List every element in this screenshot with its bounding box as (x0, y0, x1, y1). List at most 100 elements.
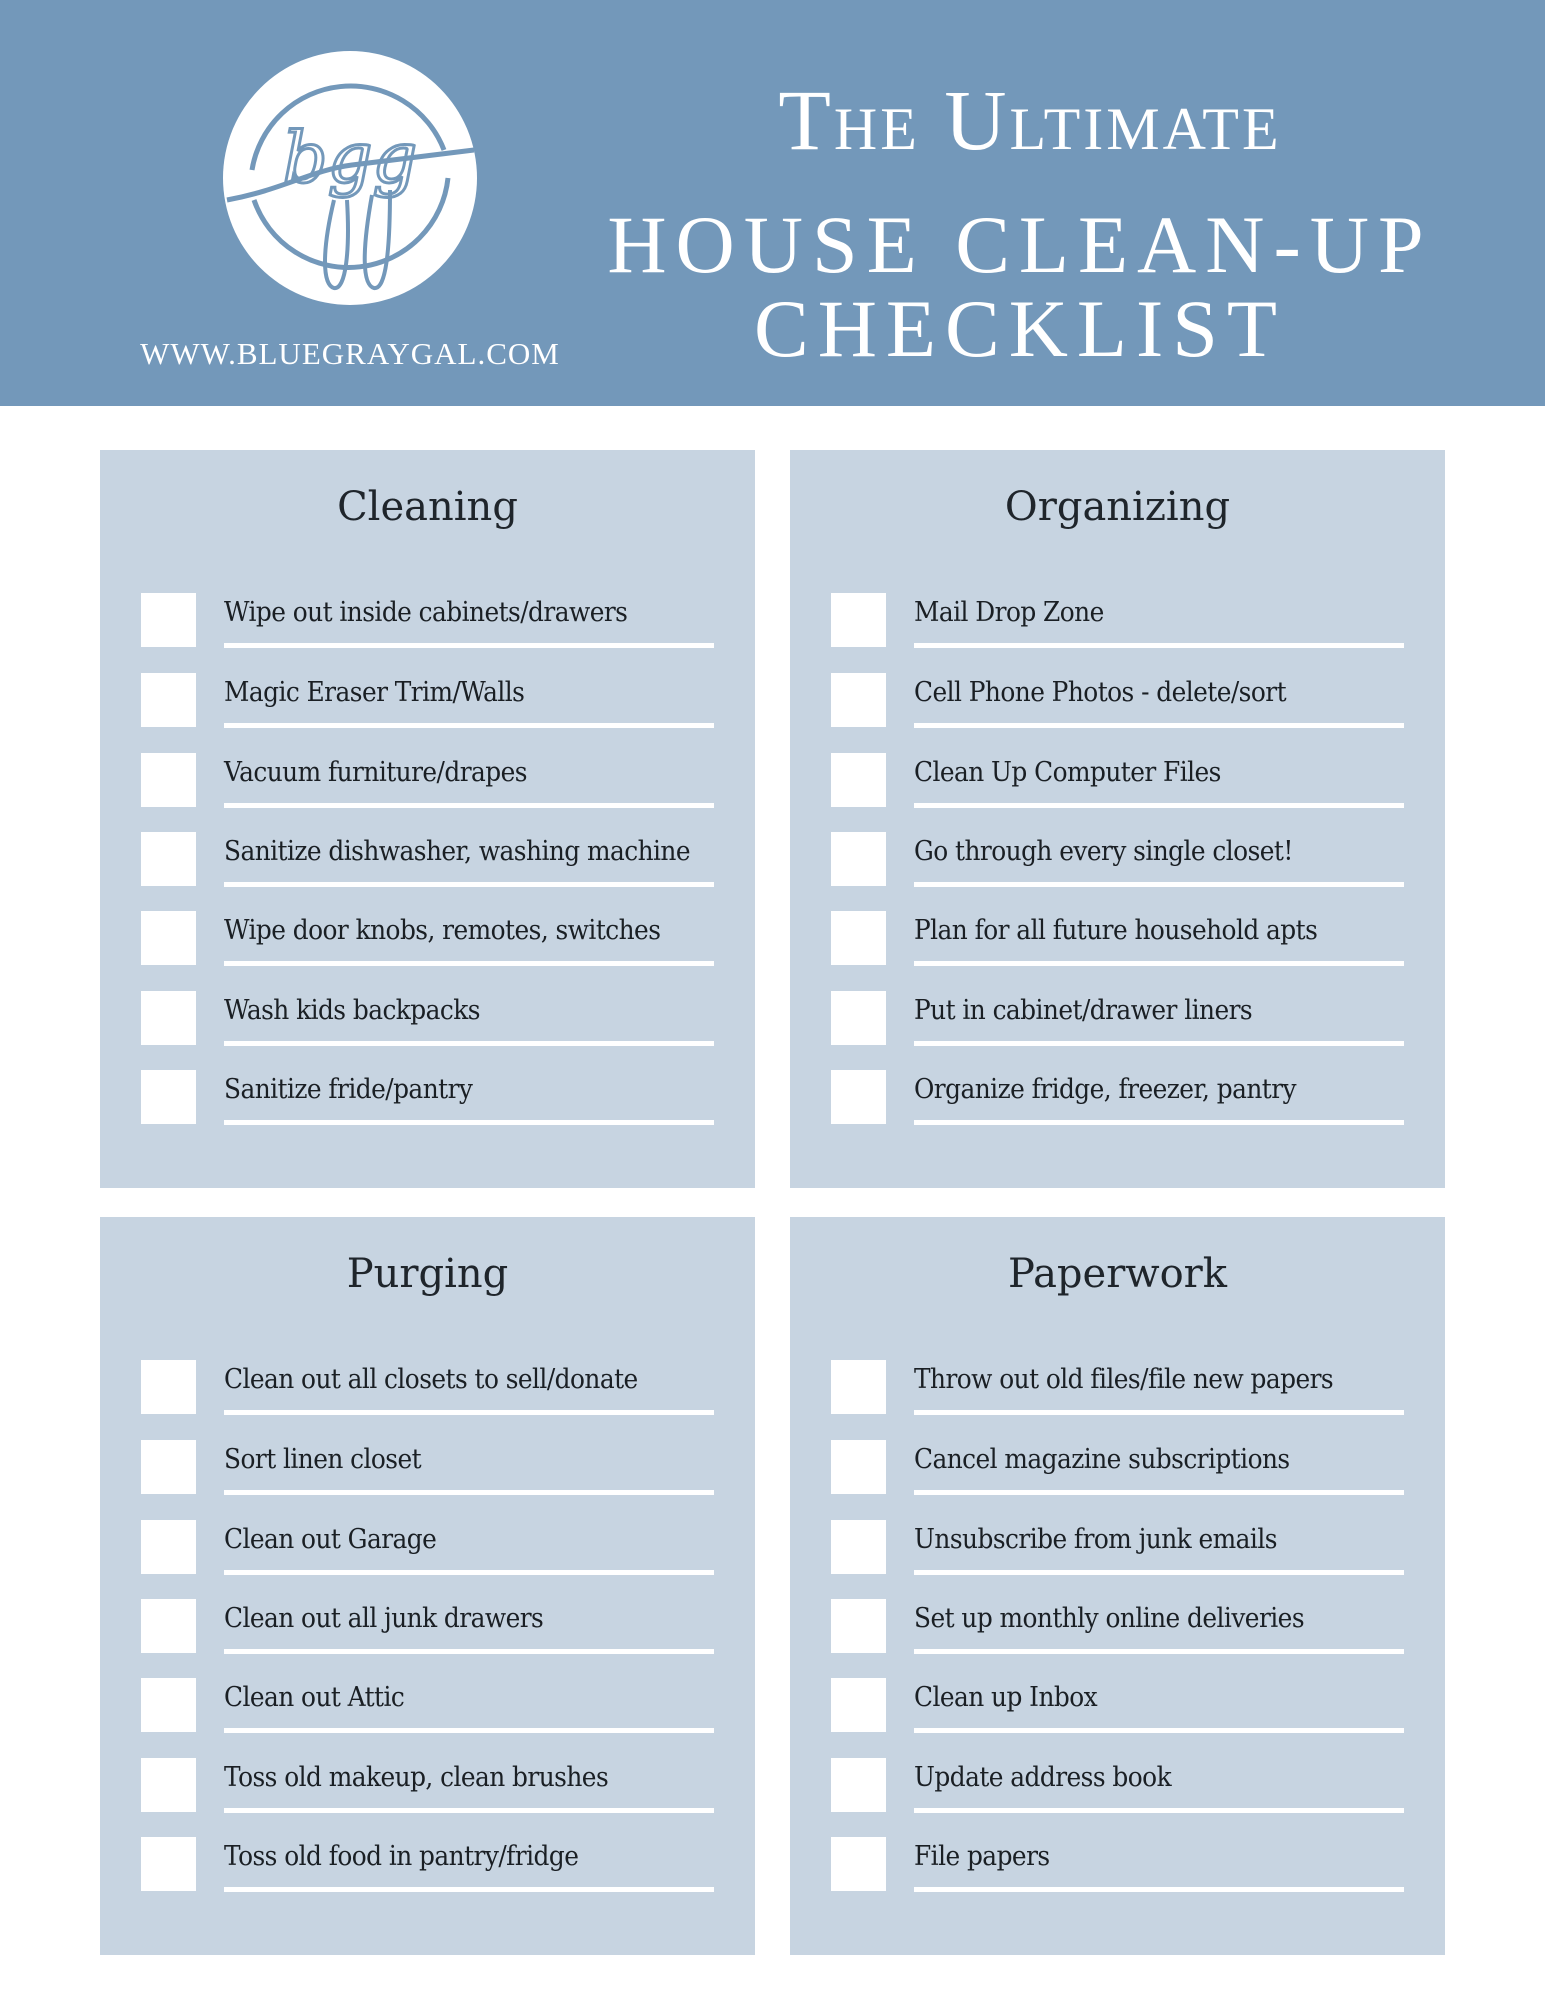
checklist-item-label: Cell Phone Photos - delete/sort (914, 677, 1287, 708)
checkbox[interactable] (141, 753, 196, 807)
checkbox[interactable] (141, 1360, 196, 1414)
checklist-item[interactable]: Sanitize fride/pantry (100, 1070, 755, 1150)
checklist-item[interactable]: Wash kids backpacks (100, 991, 755, 1071)
checklist-item[interactable]: Sanitize dishwasher, washing machine (100, 832, 755, 912)
checkbox[interactable] (141, 991, 196, 1045)
site-url: WWW.BLUEGRAYGAL.COM (140, 336, 560, 371)
checklist-item-label: Magic Eraser Trim/Walls (224, 677, 525, 708)
checklist-item-label: Clean Up Computer Files (914, 757, 1221, 788)
checkbox[interactable] (831, 1360, 886, 1414)
checkbox[interactable] (831, 1520, 886, 1574)
checklist-item[interactable]: Wipe door knobs, remotes, switches (100, 911, 755, 991)
checkbox[interactable] (141, 832, 196, 886)
write-in-line (224, 1490, 714, 1495)
checkbox[interactable] (141, 1440, 196, 1494)
checklist-item-label: Cancel magazine subscriptions (914, 1444, 1290, 1475)
checkbox[interactable] (831, 753, 886, 807)
checkbox[interactable] (141, 593, 196, 647)
section-panel-paperwork: Paperwork Throw out old files/file new pa… (790, 1217, 1445, 1955)
checkbox[interactable] (141, 911, 196, 965)
write-in-line (224, 1041, 714, 1046)
section-title: Organizing (1004, 484, 1231, 530)
checklist-item[interactable]: Cell Phone Photos - delete/sort (790, 673, 1445, 753)
section-title: Cleaning (337, 484, 518, 530)
write-in-line (224, 1728, 714, 1733)
checklist-item-label: Go through every single closet! (914, 836, 1293, 867)
checklist-item-label: Organize fridge, freezer, pantry (914, 1074, 1297, 1105)
write-in-line (914, 882, 1404, 887)
checkbox[interactable] (141, 673, 196, 727)
checklist-item-label: Clean out all junk drawers (224, 1603, 544, 1634)
checklist-item-label: Wash kids backpacks (224, 995, 481, 1026)
checklist-item[interactable]: Update address book (790, 1758, 1445, 1838)
write-in-line (224, 643, 714, 648)
write-in-line (914, 1808, 1404, 1813)
checkbox[interactable] (831, 991, 886, 1045)
checklist-item-label: Wipe door knobs, remotes, switches (224, 915, 661, 946)
checklist-item-label: Unsubscribe from junk emails (914, 1524, 1277, 1555)
checklist-item-label: Sanitize dishwasher, washing machine (224, 836, 691, 867)
checklist-item[interactable]: Put in cabinet/drawer liners (790, 991, 1445, 1071)
checklist-item[interactable]: Unsubscribe from junk emails (790, 1520, 1445, 1600)
checkbox[interactable] (831, 1599, 886, 1653)
section-title: Purging (346, 1251, 509, 1297)
write-in-line (914, 1649, 1404, 1654)
checklist-item[interactable]: Toss old makeup, clean brushes (100, 1758, 755, 1838)
write-in-line (224, 1887, 714, 1892)
checkbox[interactable] (141, 1678, 196, 1732)
checkbox[interactable] (831, 911, 886, 965)
checklist-item[interactable]: Clean out Garage (100, 1520, 755, 1600)
checklist-item[interactable]: Clean up Inbox (790, 1678, 1445, 1758)
checklist-item[interactable]: Go through every single closet! (790, 832, 1445, 912)
checkbox[interactable] (141, 1758, 196, 1812)
write-in-line (914, 1490, 1404, 1495)
checklist-item-label: Wipe out inside cabinets/drawers (224, 597, 628, 628)
checklist-item[interactable]: Set up monthly online deliveries (790, 1599, 1445, 1679)
checkbox[interactable] (831, 1758, 886, 1812)
checkbox[interactable] (141, 1599, 196, 1653)
checklist-item[interactable]: Clean out all closets to sell/donate (100, 1360, 755, 1440)
checklist-item[interactable]: Plan for all future household apts (790, 911, 1445, 991)
checkbox[interactable] (831, 1440, 886, 1494)
checkbox[interactable] (831, 1070, 886, 1124)
checklist-item[interactable]: Wipe out inside cabinets/drawers (100, 593, 755, 673)
checklist-item[interactable]: Throw out old files/file new papers (790, 1360, 1445, 1440)
checkbox[interactable] (831, 673, 886, 727)
checklist-item[interactable]: Vacuum furniture/drapes (100, 753, 755, 833)
checklist-item-label: Vacuum furniture/drapes (224, 757, 528, 788)
checklist-item[interactable]: Clean out all junk drawers (100, 1599, 755, 1679)
page-title-line2: HOUSE CLEAN-UP (607, 199, 1433, 290)
checkbox[interactable] (141, 1520, 196, 1574)
page-title-line1: The Ultimate (778, 72, 1282, 168)
checkbox[interactable] (831, 1837, 886, 1891)
checklist-item[interactable]: Mail Drop Zone (790, 593, 1445, 673)
checklist-item[interactable]: File papers (790, 1837, 1445, 1917)
checkbox[interactable] (831, 832, 886, 886)
checklist-item[interactable]: Clean out Attic (100, 1678, 755, 1758)
bgg-logo-icon: bgg (223, 51, 477, 305)
write-in-line (224, 1410, 714, 1415)
checklist-item[interactable]: Organize fridge, freezer, pantry (790, 1070, 1445, 1150)
write-in-line (914, 1041, 1404, 1046)
checklist-item[interactable]: Toss old food in pantry/fridge (100, 1837, 755, 1917)
checklist-item-label: Clean out Garage (224, 1524, 437, 1555)
checklist-item[interactable]: Sort linen closet (100, 1440, 755, 1520)
checkbox[interactable] (831, 1678, 886, 1732)
checkbox[interactable] (831, 593, 886, 647)
write-in-line (914, 1728, 1404, 1733)
write-in-line (914, 961, 1404, 966)
checklist-item[interactable]: Cancel magazine subscriptions (790, 1440, 1445, 1520)
section-title: Paperwork (1007, 1251, 1228, 1297)
write-in-line (914, 1120, 1404, 1125)
header-banner: bgg WWW.BLUEGRAYGAL.COM The Ultimate HOU… (0, 0, 1545, 406)
checkbox[interactable] (141, 1837, 196, 1891)
checklist-item-label: Clean out all closets to sell/donate (224, 1364, 638, 1395)
checklist-item-label: Throw out old files/file new papers (914, 1364, 1334, 1395)
checklist-item-label: Sort linen closet (224, 1444, 422, 1475)
checkbox[interactable] (141, 1070, 196, 1124)
checklist-item[interactable]: Magic Eraser Trim/Walls (100, 673, 755, 753)
write-in-line (914, 1887, 1404, 1892)
checklist-item[interactable]: Clean Up Computer Files (790, 753, 1445, 833)
checklist-item-label: Clean up Inbox (914, 1682, 1098, 1713)
checklist-item-label: File papers (914, 1841, 1050, 1872)
